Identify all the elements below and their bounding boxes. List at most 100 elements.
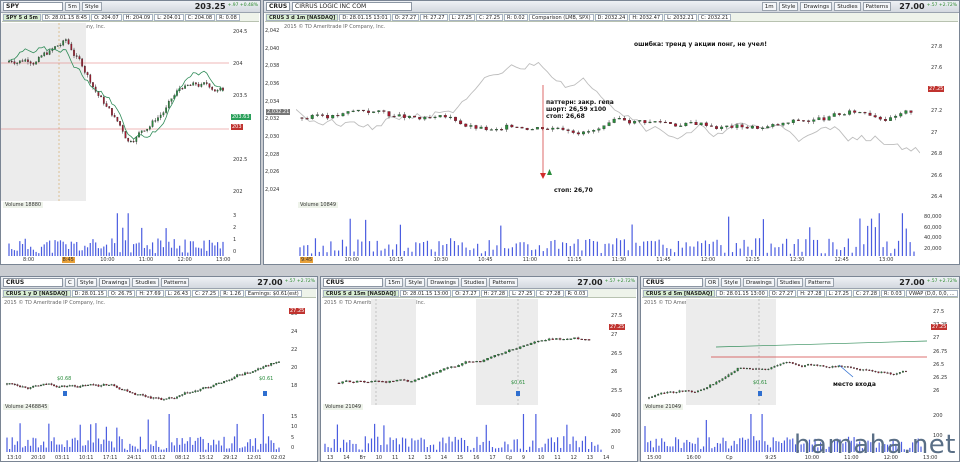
volume-bar: [345, 246, 347, 256]
candle-body: [699, 122, 703, 126]
volume-axis-label: 200: [933, 413, 943, 419]
volume-bar: [228, 448, 230, 452]
candle-body: [278, 361, 280, 363]
crus-5m-price-chart[interactable]: [641, 299, 927, 405]
candle-body: [337, 382, 341, 384]
candle-body: [208, 83, 211, 88]
crus-5m-symbol-input[interactable]: CRUS: [643, 278, 703, 287]
crus-daily-price-chart[interactable]: [1, 299, 286, 405]
candle-body: [97, 384, 100, 387]
volume-bar: [662, 244, 664, 256]
volume-bar: [484, 251, 486, 256]
candle-body: [537, 340, 540, 343]
candle-body: [27, 59, 29, 62]
crus-15m-symbol-input[interactable]: CRUS: [323, 278, 383, 287]
candle-body: [65, 39, 67, 41]
crus-main-studies-button[interactable]: Studies: [834, 2, 861, 11]
volume-bar: [661, 438, 663, 452]
crus-5m-style-button[interactable]: Style: [721, 278, 741, 287]
candle-body: [460, 363, 464, 366]
crus-daily-patterns-button[interactable]: Patterns: [160, 278, 190, 287]
volume-bar: [578, 447, 580, 452]
spy-timeframe-button[interactable]: 5m: [65, 2, 80, 11]
crus-15m-price-chart[interactable]: [321, 299, 606, 405]
volume-bar: [728, 216, 730, 256]
candle-body: [346, 111, 350, 114]
volume-bar: [113, 447, 115, 452]
volume-bar: [836, 249, 838, 256]
candle-body: [18, 60, 21, 64]
info-chip: R: 1.26: [220, 289, 244, 297]
volume-bar: [95, 242, 97, 256]
crus-5m-timeframe-button[interactable]: OR: [705, 278, 720, 287]
candle-body: [259, 368, 262, 370]
crus-daily-studies-button[interactable]: Studies: [132, 278, 159, 287]
crus-15m-studies-button[interactable]: Studies: [460, 278, 488, 287]
spy-style-button[interactable]: Style: [81, 2, 102, 11]
volume-bar: [789, 439, 791, 452]
crus-daily-style-button[interactable]: Style: [76, 278, 97, 287]
candle-body: [134, 393, 137, 395]
info-chip: CRUS 5 d 5m [NASDAQ]: [643, 289, 716, 297]
volume-bar: [525, 449, 528, 452]
candle-body: [100, 385, 103, 387]
crus-main-patterns-button[interactable]: Patterns: [862, 2, 892, 11]
volume-bar: [450, 238, 452, 256]
candle-body: [520, 126, 524, 129]
volume-bar: [143, 247, 146, 256]
volume-bar: [604, 243, 606, 256]
volume-bar: [436, 449, 438, 452]
candle-body: [413, 379, 417, 382]
candle-body: [468, 361, 471, 363]
volume-bar: [395, 438, 397, 452]
volume-bar: [46, 242, 48, 256]
volume-bar: [600, 449, 602, 452]
time-axis-label: 14: [440, 455, 448, 461]
candle-body: [725, 125, 729, 128]
volume-bar: [685, 242, 687, 256]
crus-15m-style-button[interactable]: Style: [405, 278, 426, 287]
volume-bar: [307, 245, 309, 256]
crus-15m-timeframe-button[interactable]: 15m: [385, 278, 404, 287]
crus-main-drawings-button[interactable]: Drawings: [800, 2, 833, 11]
crus-15m-drawings-button[interactable]: Drawings: [427, 278, 459, 287]
crus-daily-timeframe-button[interactable]: C: [65, 278, 75, 287]
candle-body: [669, 122, 672, 124]
volume-bar: [273, 442, 275, 452]
volume-bar: [9, 449, 11, 452]
crus-main-timeframe-button[interactable]: 1m: [761, 2, 777, 11]
candle-body: [471, 361, 475, 363]
crus-15m-patterns-button[interactable]: Patterns: [489, 278, 518, 287]
volume-bar: [100, 444, 102, 452]
candle-body: [827, 116, 831, 121]
crus-main-style-button[interactable]: Style: [778, 2, 799, 11]
candle-body: [84, 385, 87, 387]
crus-main-volume-label: Volume 10849: [298, 202, 339, 208]
volume-bar: [384, 248, 386, 256]
crus-5m-patterns-button[interactable]: Patterns: [805, 278, 834, 287]
candle-body: [733, 370, 736, 373]
time-axis-label: 13: [327, 455, 334, 461]
volume-bar: [129, 443, 131, 452]
volume-bar: [310, 253, 313, 256]
spy-price-chart[interactable]: [1, 23, 229, 201]
volume-bar: [195, 247, 197, 256]
volume-bar: [121, 439, 123, 452]
volume-bar: [66, 440, 68, 452]
time-axis-label: 10:11: [79, 455, 94, 461]
volume-bar: [414, 440, 416, 452]
crus-5m-studies-button[interactable]: Studies: [776, 278, 804, 287]
crus-daily-symbol-input[interactable]: CRUS: [3, 278, 63, 287]
candle-body: [56, 45, 59, 47]
crus-5m-drawings-button[interactable]: Drawings: [742, 278, 775, 287]
candle-body: [801, 365, 803, 367]
crus-daily-drawings-button[interactable]: Drawings: [98, 278, 131, 287]
spy-symbol-input[interactable]: SPY: [3, 2, 63, 11]
volume-bar: [859, 218, 861, 256]
volume-bar: [575, 440, 577, 452]
candle-body: [406, 380, 410, 382]
crus-main-symbol-input[interactable]: CRUS: [266, 2, 290, 11]
volume-bar: [744, 439, 746, 452]
volume-bar: [216, 242, 219, 256]
volume-bar: [608, 243, 610, 256]
